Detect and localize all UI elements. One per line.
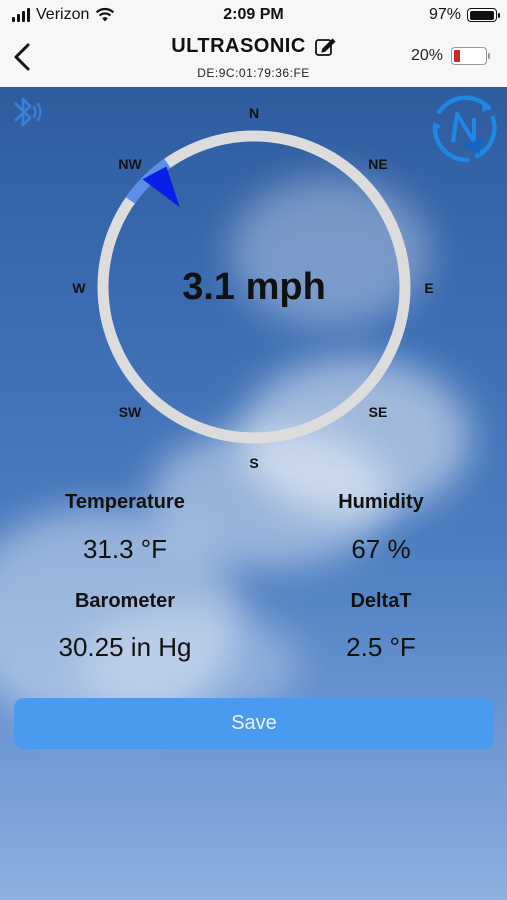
battery-level: [469, 10, 494, 20]
dir-label-nw: NW: [118, 156, 142, 172]
barometer-label: Barometer: [74, 590, 176, 612]
battery-percent: 97%: [428, 6, 461, 23]
humidity-value: 67 %: [351, 534, 411, 564]
wind-speed: 3.1 mph: [182, 266, 326, 308]
temperature-label: Temperature: [65, 491, 185, 513]
battery-icon: [467, 8, 500, 22]
temperature-value: 31.3 °F: [82, 534, 168, 564]
save-button[interactable]: Save: [14, 698, 494, 749]
deltat-value: 2.5 °F: [346, 632, 416, 662]
dir-label-ne: NE: [368, 156, 388, 172]
device-battery: 20%: [410, 47, 490, 65]
navigation-bar: ULTRASONIC DE:9C:01:79:36:FE 20%: [0, 30, 507, 87]
device-battery-percent: 20%: [410, 47, 443, 64]
dir-label-w: W: [72, 280, 86, 296]
device-battery-level: [454, 50, 460, 62]
device-name: ULTRASONIC: [171, 35, 306, 57]
barometer-value: 30.25 in Hg: [58, 632, 192, 662]
device-battery-icon: [451, 47, 490, 65]
dir-label-se: SE: [368, 404, 388, 420]
humidity-label: Humidity: [338, 491, 424, 513]
deltat-label: DeltaT: [350, 590, 412, 612]
status-bar: Verizon 2:09 PM 97%: [0, 0, 507, 30]
dir-label-sw: SW: [118, 404, 142, 420]
dir-label-n: N: [248, 105, 260, 121]
dir-label-s: S: [249, 455, 259, 471]
edit-icon[interactable]: [314, 36, 336, 58]
device-id: DE:9C:01:79:36:FE: [197, 66, 310, 80]
dir-label-e: E: [424, 280, 434, 296]
status-right: 97%: [428, 6, 500, 24]
